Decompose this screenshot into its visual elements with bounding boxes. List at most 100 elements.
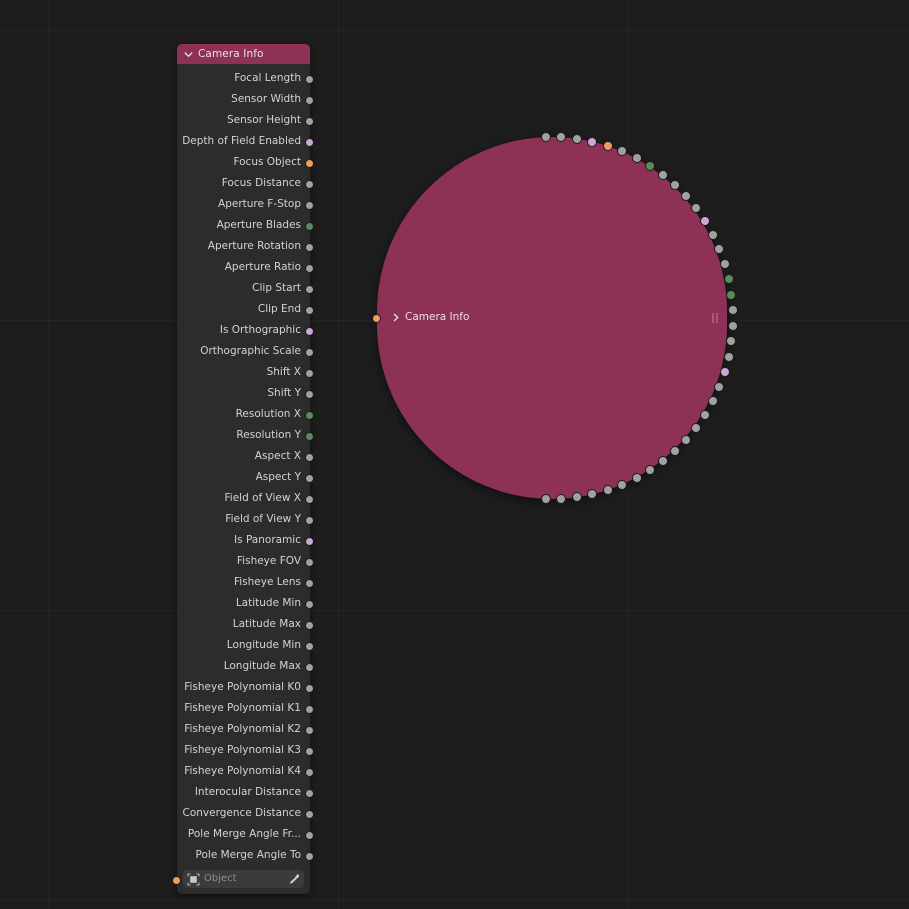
- socket-output-collapsed-focus-object[interactable]: [602, 140, 613, 151]
- socket-output-collapsed-field-of-view-y[interactable]: [723, 351, 734, 362]
- grip-handle-icon[interactable]: [712, 313, 719, 323]
- node-camera-info-collapsed[interactable]: Camera Info: [372, 132, 738, 504]
- socket-output-collapsed-fisheye-polynomial-k3[interactable]: [617, 479, 628, 490]
- node-editor-canvas[interactable]: Camera Info Focal Length Sensor Width Sens…: [0, 0, 909, 909]
- socket-output-latitude-min[interactable]: [305, 600, 314, 609]
- socket-output-fisheye-fov[interactable]: [305, 558, 314, 567]
- socket-output-collapsed-fisheye-polynomial-k2[interactable]: [631, 473, 642, 484]
- socket-output-collapsed-orthographic-scale[interactable]: [707, 229, 718, 240]
- socket-output-fisheye-polynomial-k3[interactable]: [305, 747, 314, 756]
- socket-row: Longitude Max: [177, 656, 314, 677]
- socket-output-convergence-distance[interactable]: [305, 810, 314, 819]
- socket-output-collapsed-is-orthographic[interactable]: [699, 216, 710, 227]
- socket-row: Aperture Rotation: [177, 236, 314, 257]
- socket-output-collapsed-sensor-width[interactable]: [556, 132, 567, 143]
- socket-output-aperture-rotation[interactable]: [305, 243, 314, 252]
- socket-output-is-panoramic[interactable]: [305, 537, 314, 546]
- socket-output-collapsed-focus-distance[interactable]: [617, 146, 628, 157]
- socket-output-collapsed-longitude-max[interactable]: [669, 445, 680, 456]
- object-input-placeholder[interactable]: Object: [204, 874, 288, 884]
- socket-output-collapsed-aspect-y[interactable]: [727, 320, 738, 331]
- socket-output-clip-end[interactable]: [305, 306, 314, 315]
- collapsed-node-header[interactable]: Camera Info: [391, 311, 469, 323]
- socket-output-collapsed-fisheye-polynomial-k1[interactable]: [645, 465, 656, 476]
- socket-output-collapsed-clip-end[interactable]: [690, 203, 701, 214]
- socket-row: Resolution X: [177, 404, 314, 425]
- socket-output-longitude-min[interactable]: [305, 642, 314, 651]
- socket-output-aperture-ratio[interactable]: [305, 264, 314, 273]
- node-header[interactable]: Camera Info: [177, 44, 310, 64]
- socket-output-is-orthographic[interactable]: [305, 327, 314, 336]
- socket-output-focal-length[interactable]: [305, 75, 314, 84]
- socket-output-collapsed-fisheye-polynomial-k4[interactable]: [602, 485, 613, 496]
- socket-output-collapsed-depth-of-field-enabled[interactable]: [587, 136, 598, 147]
- socket-output-collapsed-aperture-ratio[interactable]: [669, 180, 680, 191]
- socket-output-pole-merge-angle-fr[interactable]: [305, 831, 314, 840]
- socket-label: Pole Merge Angle To: [195, 849, 301, 862]
- object-field[interactable]: Object: [183, 870, 304, 888]
- socket-output-fisheye-polynomial-k1[interactable]: [305, 705, 314, 714]
- socket-output-fisheye-polynomial-k0[interactable]: [305, 684, 314, 693]
- socket-row: Resolution Y: [177, 425, 314, 446]
- socket-output-collapsed-resolution-y[interactable]: [726, 289, 737, 300]
- socket-row: Pole Merge Angle Fr...: [177, 824, 314, 845]
- socket-output-field-of-view-y[interactable]: [305, 516, 314, 525]
- socket-output-collapsed-longitude-min[interactable]: [680, 434, 691, 445]
- socket-output-aspect-y[interactable]: [305, 474, 314, 483]
- socket-output-collapsed-fisheye-fov[interactable]: [714, 381, 725, 392]
- socket-output-focus-distance[interactable]: [305, 180, 314, 189]
- socket-output-collapsed-latitude-min[interactable]: [699, 409, 710, 420]
- socket-output-aperture-f-stop[interactable]: [305, 201, 314, 210]
- socket-output-fisheye-polynomial-k2[interactable]: [305, 726, 314, 735]
- socket-output-resolution-y[interactable]: [305, 432, 314, 441]
- socket-output-collapsed-pole-merge-angle-to[interactable]: [540, 493, 551, 504]
- socket-output-sensor-height[interactable]: [305, 117, 314, 126]
- socket-output-latitude-max[interactable]: [305, 621, 314, 630]
- socket-output-shift-y[interactable]: [305, 390, 314, 399]
- socket-output-collapsed-aperture-blades[interactable]: [645, 160, 656, 171]
- socket-output-orthographic-scale[interactable]: [305, 348, 314, 357]
- socket-output-collapsed-aperture-rotation[interactable]: [657, 169, 668, 180]
- socket-output-sensor-width[interactable]: [305, 96, 314, 105]
- socket-output-collapsed-latitude-max[interactable]: [690, 422, 701, 433]
- socket-output-collapsed-clip-start[interactable]: [680, 191, 691, 202]
- socket-output-aspect-x[interactable]: [305, 453, 314, 462]
- socket-output-shift-x[interactable]: [305, 369, 314, 378]
- socket-output-collapsed-fisheye-polynomial-k0[interactable]: [657, 456, 668, 467]
- socket-output-collapsed-fisheye-lens[interactable]: [707, 396, 718, 407]
- eyedropper-icon[interactable]: [288, 873, 300, 885]
- socket-row: Clip Start: [177, 278, 314, 299]
- chevron-right-icon[interactable]: [391, 312, 401, 323]
- socket-output-collapsed-convergence-distance[interactable]: [572, 492, 583, 503]
- socket-output-collapsed-pole-merge-angle-fr[interactable]: [556, 493, 567, 504]
- socket-output-fisheye-polynomial-k4[interactable]: [305, 768, 314, 777]
- socket-output-field-of-view-x[interactable]: [305, 495, 314, 504]
- socket-output-collapsed-sensor-height[interactable]: [572, 133, 583, 144]
- chevron-down-icon[interactable]: [183, 49, 194, 60]
- node-camera-info[interactable]: Camera Info Focal Length Sensor Width Sens…: [172, 44, 314, 894]
- socket-row: Depth of Field Enabled: [177, 131, 314, 152]
- socket-output-longitude-max[interactable]: [305, 663, 314, 672]
- socket-output-aperture-blades[interactable]: [305, 222, 314, 231]
- socket-output-fisheye-lens[interactable]: [305, 579, 314, 588]
- socket-label: Orthographic Scale: [200, 345, 301, 358]
- socket-output-collapsed-aperture-f-stop[interactable]: [631, 152, 642, 163]
- socket-output-collapsed-focal-length[interactable]: [540, 132, 551, 143]
- socket-object-input-collapsed[interactable]: [372, 314, 381, 323]
- socket-output-collapsed-shift-y[interactable]: [719, 258, 730, 269]
- socket-output-collapsed-shift-x[interactable]: [714, 244, 725, 255]
- socket-output-collapsed-interocular-distance[interactable]: [587, 489, 598, 500]
- socket-output-interocular-distance[interactable]: [305, 789, 314, 798]
- socket-output-depth-of-field-enabled[interactable]: [305, 138, 314, 147]
- socket-output-focus-object[interactable]: [305, 159, 314, 168]
- socket-output-resolution-x[interactable]: [305, 411, 314, 420]
- socket-output-collapsed-resolution-x[interactable]: [723, 274, 734, 285]
- socket-output-collapsed-field-of-view-x[interactable]: [726, 336, 737, 347]
- socket-object-input[interactable]: [172, 875, 181, 885]
- socket-label: Aspect X: [254, 450, 301, 463]
- socket-output-clip-start[interactable]: [305, 285, 314, 294]
- socket-output-pole-merge-angle-to[interactable]: [305, 852, 314, 861]
- object-input-row[interactable]: Object: [172, 866, 310, 892]
- socket-output-collapsed-is-panoramic[interactable]: [719, 367, 730, 378]
- socket-output-collapsed-aspect-x[interactable]: [727, 305, 738, 316]
